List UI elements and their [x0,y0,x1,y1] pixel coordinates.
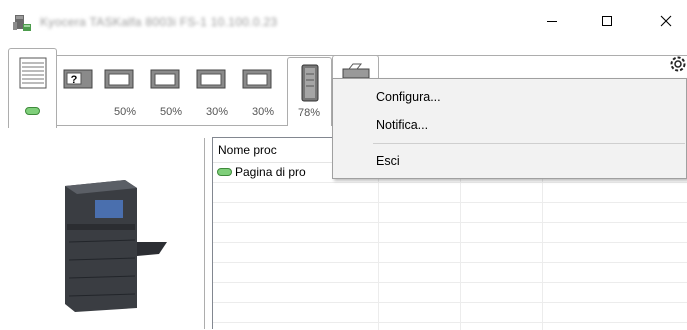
tray-level: 50% [113,106,137,118]
tray-level: 50% [159,106,183,118]
context-menu: Configura... Notifica... Esci [332,78,687,179]
maximize-button[interactable] [584,0,630,42]
close-button[interactable] [643,0,687,42]
printer-device-image [65,180,167,312]
tray-level: 30% [251,106,275,118]
minimize-button[interactable] [529,0,575,42]
list-item [213,203,687,223]
printer-app-icon [13,15,31,31]
job-name: Pagina di pro [235,165,306,179]
unknown-tray-icon[interactable]: ? [63,69,93,89]
tab-paper[interactable] [8,48,57,128]
window-title: Kyocera TASKalfa 8003i FS-1 10.100.0.23 [40,15,278,29]
tab-status[interactable]: 78% [287,57,332,126]
panel-divider [204,138,205,329]
list-item [213,303,687,323]
menu-item-esci[interactable]: Esci [333,150,686,172]
close-icon [660,15,672,27]
paper-tray-icon[interactable] [150,69,180,89]
job-status-icon [217,168,232,176]
title-bar: Kyocera TASKalfa 8003i FS-1 10.100.0.23 [0,0,687,42]
status-ok-indicator [25,107,40,115]
paper-tray-icon[interactable] [104,69,134,89]
paper-stack-icon [19,57,47,89]
toner-cartridge-icon [301,64,319,102]
minimize-icon [547,21,557,22]
list-item [213,183,687,203]
list-item [213,223,687,243]
paper-tray-icon[interactable] [242,69,272,89]
maximize-icon [602,16,612,26]
list-item [213,283,687,303]
gear-icon[interactable] [668,54,687,74]
svg-text:?: ? [71,74,78,86]
tray-level: 30% [205,106,229,118]
paper-tray-icon[interactable] [196,69,226,89]
list-item [213,243,687,263]
menu-item-configura[interactable]: Configura... [333,86,686,108]
list-item [213,263,687,283]
job-name-cell: Pagina di pro [217,165,306,179]
toner-level: 78% [297,107,321,119]
menu-item-notifica[interactable]: Notifica... [333,114,686,136]
menu-separator [373,143,685,144]
device-panel [0,126,205,329]
